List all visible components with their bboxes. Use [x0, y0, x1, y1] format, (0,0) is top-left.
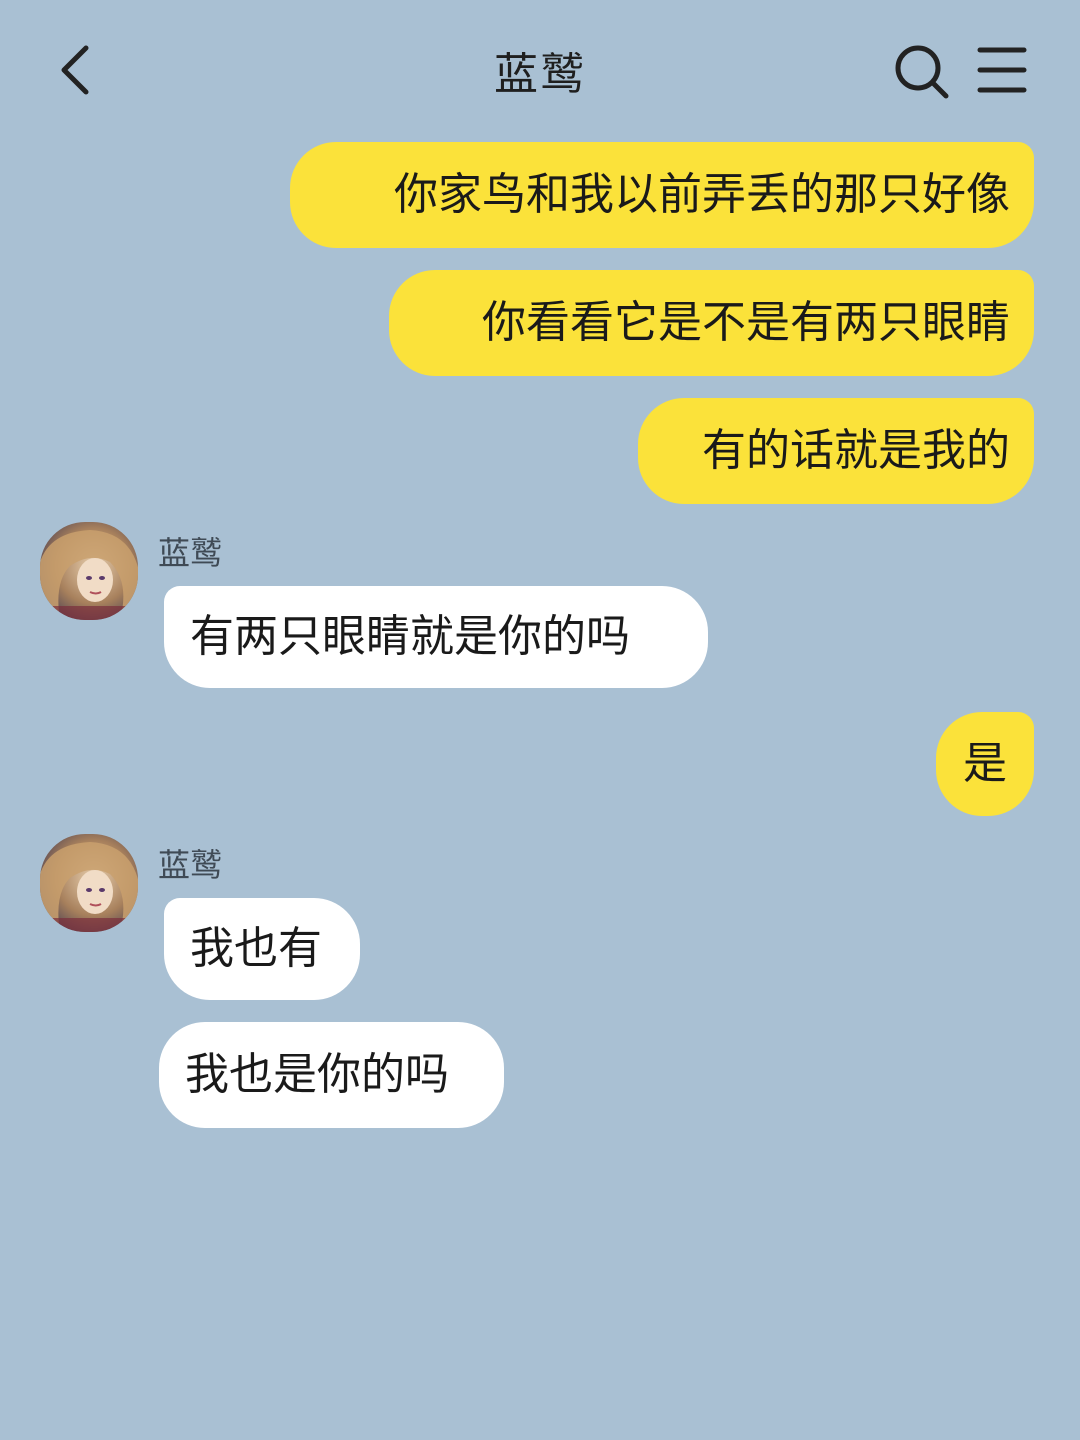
message-text: 是	[963, 738, 1007, 789]
message-text: 有的话就是我的	[702, 425, 1010, 476]
sender-name: 蓝鹫	[158, 846, 223, 884]
message-bubble-incoming[interactable]: 我也是你的吗	[159, 1022, 504, 1128]
message-text: 你家鸟和我以前弄丢的那只好像	[394, 169, 1010, 220]
message-text: 有两只眼睛就是你的吗	[190, 611, 630, 662]
chat-header: 蓝鹫	[0, 0, 1080, 140]
message-bubble-incoming[interactable]: 我也有	[164, 898, 360, 1000]
message-text: 我也是你的吗	[185, 1049, 449, 1100]
menu-icon	[977, 47, 1027, 93]
sender-name: 蓝鹫	[158, 534, 223, 572]
search-button[interactable]	[880, 30, 960, 110]
message-text: 我也有	[190, 923, 322, 974]
avatar[interactable]	[40, 522, 138, 620]
avatar-image	[40, 834, 138, 932]
message-bubble-outgoing[interactable]: 有的话就是我的	[638, 398, 1034, 504]
message-bubble-outgoing[interactable]: 你家鸟和我以前弄丢的那只好像	[290, 142, 1034, 248]
chat-screen: 蓝鹫 你家鸟和我以前弄丢的那只好像 你看看它是不是有两只眼睛 有的话就是我的 蓝…	[0, 0, 1080, 1440]
avatar-image	[40, 522, 138, 620]
message-bubble-outgoing[interactable]: 你看看它是不是有两只眼睛	[389, 270, 1034, 376]
message-text: 你看看它是不是有两只眼睛	[482, 297, 1010, 348]
message-bubble-incoming[interactable]: 有两只眼睛就是你的吗	[164, 586, 708, 688]
search-icon	[895, 45, 949, 99]
message-bubble-outgoing[interactable]: 是	[936, 712, 1034, 816]
menu-button[interactable]	[964, 30, 1044, 110]
avatar[interactable]	[40, 834, 138, 932]
